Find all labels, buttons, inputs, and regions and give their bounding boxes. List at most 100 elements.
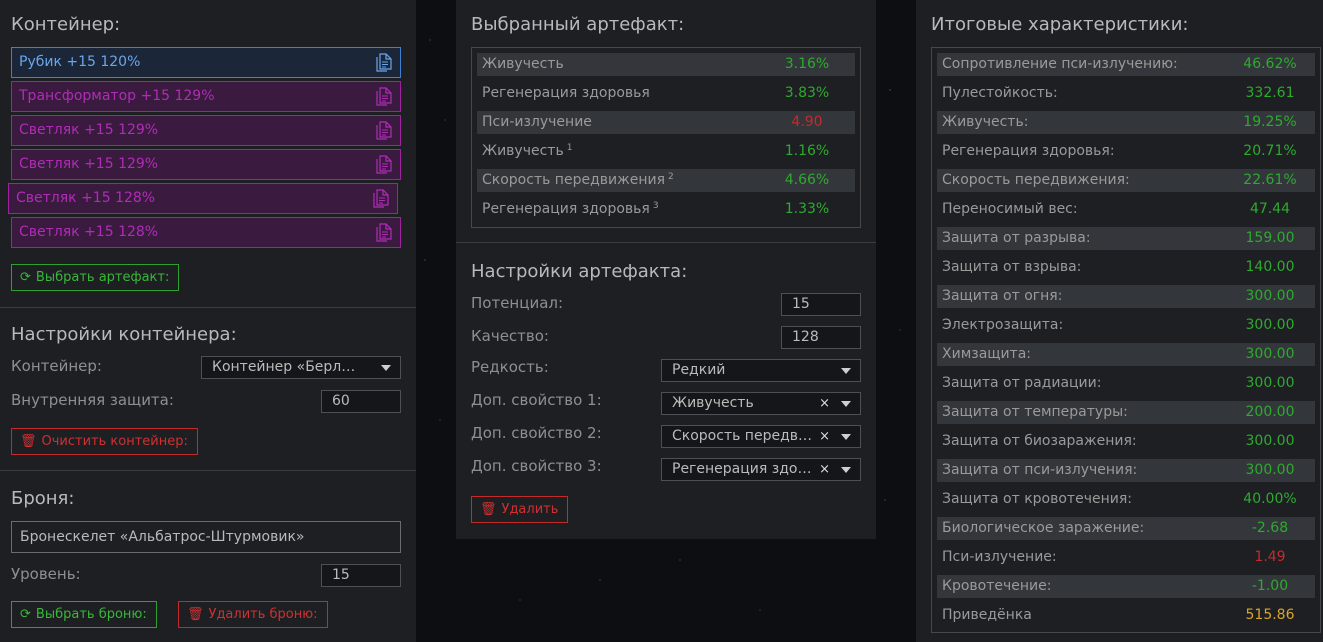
artifact-stat-value: 3.16% — [784, 56, 830, 72]
total-stat-row: Скорость передвижения: 22.61% — [937, 169, 1315, 192]
inner-protection-input[interactable]: 60 — [321, 390, 401, 413]
artifact-slot[interactable]: Светляк +15 129% — [11, 149, 401, 180]
total-stat-row: Защита от взрыва: 140.00 — [937, 256, 1315, 279]
artifact-slot[interactable]: Светляк +15 128% — [11, 217, 401, 248]
artifact-slot-label: Трансформатор +15 129% — [19, 88, 215, 104]
copy-document-icon[interactable] — [373, 189, 389, 208]
delete-artifact-button[interactable]: 🗑 Удалить — [471, 496, 569, 523]
total-stat-row: Электрозащита: 300.00 — [937, 314, 1315, 337]
total-stat-row: Защита от огня: 300.00 — [937, 285, 1315, 308]
total-stat-name: Защита от огня: — [942, 288, 1063, 304]
copy-document-icon[interactable] — [376, 223, 392, 242]
total-stat-row: Переносимый вес: 47.44 — [937, 198, 1315, 221]
select-armor-button[interactable]: ⟳ Выбрать броню: — [11, 601, 157, 628]
artifact-slot-label: Светляк +15 128% — [19, 224, 159, 240]
total-stat-name: Живучесть: — [942, 114, 1029, 130]
select-artifact-label: Выбрать артефакт: — [35, 270, 170, 285]
selected-artifact-title: Выбранный артефакт: — [471, 14, 685, 35]
total-stat-name: Сопротивление пси-излучению: — [942, 56, 1178, 72]
total-stat-name: Защита от температуры: — [942, 404, 1128, 420]
extra3-value: Регенерация здоровья — [672, 461, 820, 477]
total-stat-row: Приведёнка 515.86 — [937, 604, 1315, 627]
extra3-label: Доп. свойство 3: — [471, 457, 602, 475]
extra1-select[interactable]: Живучесть × — [661, 392, 861, 415]
extra1-label: Доп. свойство 1: — [471, 391, 602, 409]
total-stat-row: Химзащита: 300.00 — [937, 343, 1315, 366]
clear-icon[interactable]: × — [819, 459, 830, 480]
artifact-slot[interactable]: Светляк +15 129% — [11, 115, 401, 146]
divider — [0, 470, 416, 471]
potential-input[interactable]: 15 — [781, 293, 861, 316]
artifact-slot-label: Рубик +15 120% — [19, 54, 141, 70]
artifact-slot-label: Светляк +15 129% — [19, 122, 159, 138]
delete-armor-button[interactable]: 🗑 Удалить броню: — [178, 601, 328, 628]
total-stat-name: Защита от радиации: — [942, 375, 1102, 391]
armor-name-field[interactable]: Бронескелет «Альбатрос-Штурмовик» — [11, 521, 401, 553]
total-stat-name: Химзащита: — [942, 346, 1032, 362]
copy-document-icon[interactable] — [376, 53, 392, 72]
total-stat-value: -2.68 — [1251, 520, 1289, 536]
artifact-stat-row: Скорость передвижения 2 4.66% — [477, 169, 855, 192]
extra2-value: Скорость передвижения — [672, 428, 820, 444]
clear-icon[interactable]: × — [819, 393, 830, 414]
extra2-select[interactable]: Скорость передвижения × — [661, 425, 861, 448]
total-stat-value: 46.62% — [1243, 56, 1297, 72]
artifact-stat-value: 1.33% — [784, 201, 830, 217]
total-stat-row: Биологическое заражение: -2.68 — [937, 517, 1315, 540]
right-panel: Итоговые характеристики: Сопротивление п… — [916, 0, 1323, 642]
total-stat-name: Защита от кровотечения: — [942, 491, 1132, 507]
artifact-slot[interactable]: Рубик +15 120% — [11, 47, 401, 78]
total-stat-value: 300.00 — [1245, 462, 1295, 478]
total-stat-row: Защита от разрыва: 159.00 — [937, 227, 1315, 250]
potential-label: Потенциал: — [471, 294, 564, 312]
select-artifact-button[interactable]: ⟳ Выбрать артефакт: — [11, 264, 180, 291]
middle-panel: Выбранный артефакт: Живучесть 3.16% Регене… — [456, 0, 876, 539]
total-stat-row: Защита от кровотечения: 40.00% — [937, 488, 1315, 511]
artifact-stat-value: 3.83% — [784, 85, 830, 101]
extra3-select[interactable]: Регенерация здоровья × — [661, 458, 861, 481]
total-stat-name: Регенерация здоровья: — [942, 143, 1115, 159]
artifact-slot[interactable]: Трансформатор +15 129% — [11, 81, 401, 112]
copy-document-icon[interactable] — [376, 87, 392, 106]
refresh-icon: ⟳ — [20, 270, 31, 285]
clear-icon[interactable]: × — [819, 426, 830, 447]
chevron-down-icon — [841, 467, 851, 473]
total-stat-name: Приведёнка — [942, 607, 1032, 623]
rarity-select[interactable]: Редкий — [661, 359, 861, 382]
total-stat-value: -1.00 — [1251, 578, 1289, 594]
footnote-marker: 2 — [668, 172, 674, 182]
total-stat-name: Защита от биозаражения: — [942, 433, 1137, 449]
left-panel: Контейнер: Рубик +15 120% Трансформатор +… — [0, 0, 416, 642]
total-stat-value: 20.71% — [1243, 143, 1297, 159]
container-title: Контейнер: — [11, 14, 121, 35]
select-armor-label: Выбрать броню: — [35, 607, 147, 622]
container-type-label: Контейнер: — [11, 357, 102, 375]
artifact-slot[interactable]: Светляк +15 128% — [8, 183, 398, 214]
total-stat-value: 22.61% — [1243, 172, 1297, 188]
total-stat-value: 159.00 — [1245, 230, 1295, 246]
total-stat-row: Регенерация здоровья: 20.71% — [937, 140, 1315, 163]
total-stat-row: Кровотечение: -1.00 — [937, 575, 1315, 598]
artifact-stat-value: 4.90 — [791, 114, 823, 130]
quality-input[interactable]: 128 — [781, 326, 861, 349]
container-type-select[interactable]: Контейнер «Берлога-6» — [201, 356, 401, 379]
total-stat-name: Электрозащита: — [942, 317, 1064, 333]
total-stat-name: Пси-излучение: — [942, 549, 1057, 565]
total-stat-row: Защита от радиации: 300.00 — [937, 372, 1315, 395]
clear-container-button[interactable]: 🗑 Очистить контейнер: — [11, 428, 198, 455]
artifact-stat-value: 4.66% — [784, 172, 830, 188]
total-stat-name: Пулестойкость: — [942, 85, 1058, 101]
armor-level-input[interactable]: 15 — [321, 564, 401, 587]
copy-document-icon[interactable] — [376, 155, 392, 174]
total-stat-value: 300.00 — [1245, 433, 1295, 449]
total-stat-value: 300.00 — [1245, 346, 1295, 362]
total-stat-name: Кровотечение: — [942, 578, 1052, 594]
footnote-marker: 1 — [566, 143, 573, 153]
copy-document-icon[interactable] — [376, 121, 392, 140]
artifact-stat-value: 1.16% — [784, 143, 830, 159]
total-stat-row: Пси-излучение: 1.49 — [937, 546, 1315, 569]
total-stat-value: 47.44 — [1249, 201, 1291, 217]
artifact-stat-name: Регенерация здоровья — [482, 85, 650, 101]
artifact-settings-title: Настройки артефакта: — [471, 261, 688, 282]
armor-level-label: Уровень: — [11, 565, 81, 583]
